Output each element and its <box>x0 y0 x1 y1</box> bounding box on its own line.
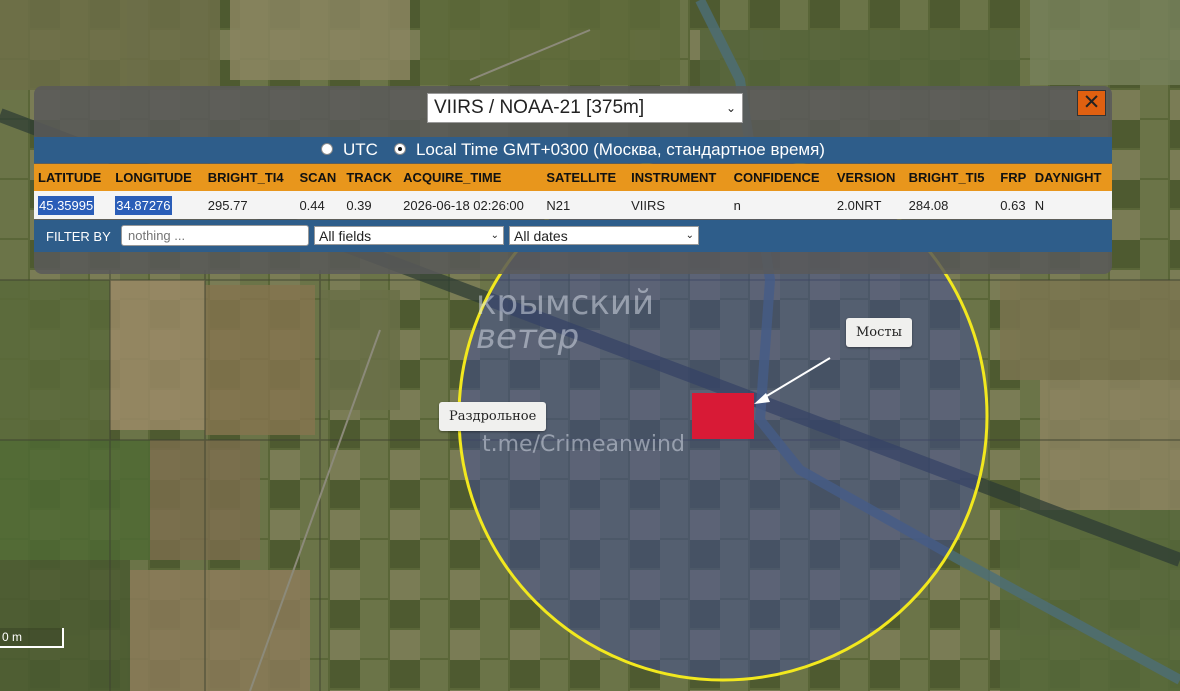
column-header[interactable]: FRP <box>996 164 1031 191</box>
time-zone-options: UTC Local Time GMT+0300 (Москва, стандар… <box>34 137 1112 163</box>
table-row[interactable]: 45.35995 34.87276 295.77 0.44 0.39 2026-… <box>34 191 1112 219</box>
column-header[interactable]: SATELLITE <box>542 164 628 191</box>
scale-bar: 0 m <box>0 628 64 648</box>
table-cell: 2.0NRT <box>832 191 905 219</box>
utc-label: UTC <box>343 140 378 159</box>
close-icon: ✕ <box>1082 91 1101 114</box>
fields-select[interactable]: All fields ⌄ <box>314 226 504 245</box>
chevron-down-icon: ⌄ <box>490 230 499 241</box>
watermark-title: крымский ветер <box>476 283 655 357</box>
fire-pixel[interactable] <box>692 393 754 439</box>
column-header[interactable]: BRIGHT_TI5 <box>904 164 997 191</box>
watermark-handle: t.me/Crimeanwind <box>482 432 685 457</box>
table-header-row: LATITUDE LONGITUDE BRIGHT_TI4 SCAN TRACK… <box>34 164 1112 191</box>
column-header[interactable]: SCAN <box>295 164 343 191</box>
column-header[interactable]: INSTRUMENT <box>627 164 730 191</box>
dates-select[interactable]: All dates ⌄ <box>509 226 699 245</box>
satellite-source-select[interactable]: VIIRS / NOAA-21 [375m] ⌄ <box>427 93 743 123</box>
table-cell: 0.63 <box>996 191 1031 219</box>
place-label-mosty[interactable]: Мосты <box>846 318 912 347</box>
fire-info-panel: VIIRS / NOAA-21 [375m] ⌄ ✕ UTC Local Tim… <box>34 86 1112 274</box>
table-cell: VIIRS <box>627 191 730 219</box>
table-cell: N21 <box>542 191 628 219</box>
utc-radio[interactable] <box>321 143 334 155</box>
table-cell: 0.39 <box>342 191 400 219</box>
fire-data-table: LATITUDE LONGITUDE BRIGHT_TI4 SCAN TRACK… <box>34 164 1112 219</box>
chevron-down-icon: ⌄ <box>685 230 694 241</box>
table-cell: n <box>729 191 833 219</box>
table-cell[interactable]: 34.87276 <box>111 191 204 219</box>
table-cell: 284.08 <box>904 191 997 219</box>
column-header[interactable]: DAYNIGHT <box>1030 164 1112 191</box>
local-time-label: Local Time GMT+0300 (Москва, стандартное… <box>415 140 825 159</box>
filter-bar: FILTER BY All fields ⌄ All dates ⌄ <box>34 220 1112 252</box>
table-cell: N <box>1030 191 1112 219</box>
column-header[interactable]: BRIGHT_TI4 <box>203 164 296 191</box>
column-header[interactable]: ACQUIRE_TIME <box>399 164 543 191</box>
table-cell: 295.77 <box>203 191 296 219</box>
close-button[interactable]: ✕ <box>1077 90 1106 116</box>
table-cell: 2026-06-18 02:26:00 <box>399 191 543 219</box>
filter-input[interactable] <box>121 225 309 246</box>
place-label-razdolnoe[interactable]: Раздрольное <box>439 402 547 431</box>
table-cell: 0.44 <box>295 191 343 219</box>
column-header[interactable]: LATITUDE <box>34 164 112 191</box>
column-header[interactable]: CONFIDENCE <box>729 164 833 191</box>
column-header[interactable]: TRACK <box>342 164 400 191</box>
table-cell[interactable]: 45.35995 <box>34 191 112 219</box>
column-header[interactable]: VERSION <box>832 164 905 191</box>
local-time-radio[interactable] <box>393 143 406 155</box>
column-header[interactable]: LONGITUDE <box>111 164 204 191</box>
filter-label: FILTER BY <box>46 229 111 244</box>
chevron-down-icon: ⌄ <box>725 101 736 115</box>
